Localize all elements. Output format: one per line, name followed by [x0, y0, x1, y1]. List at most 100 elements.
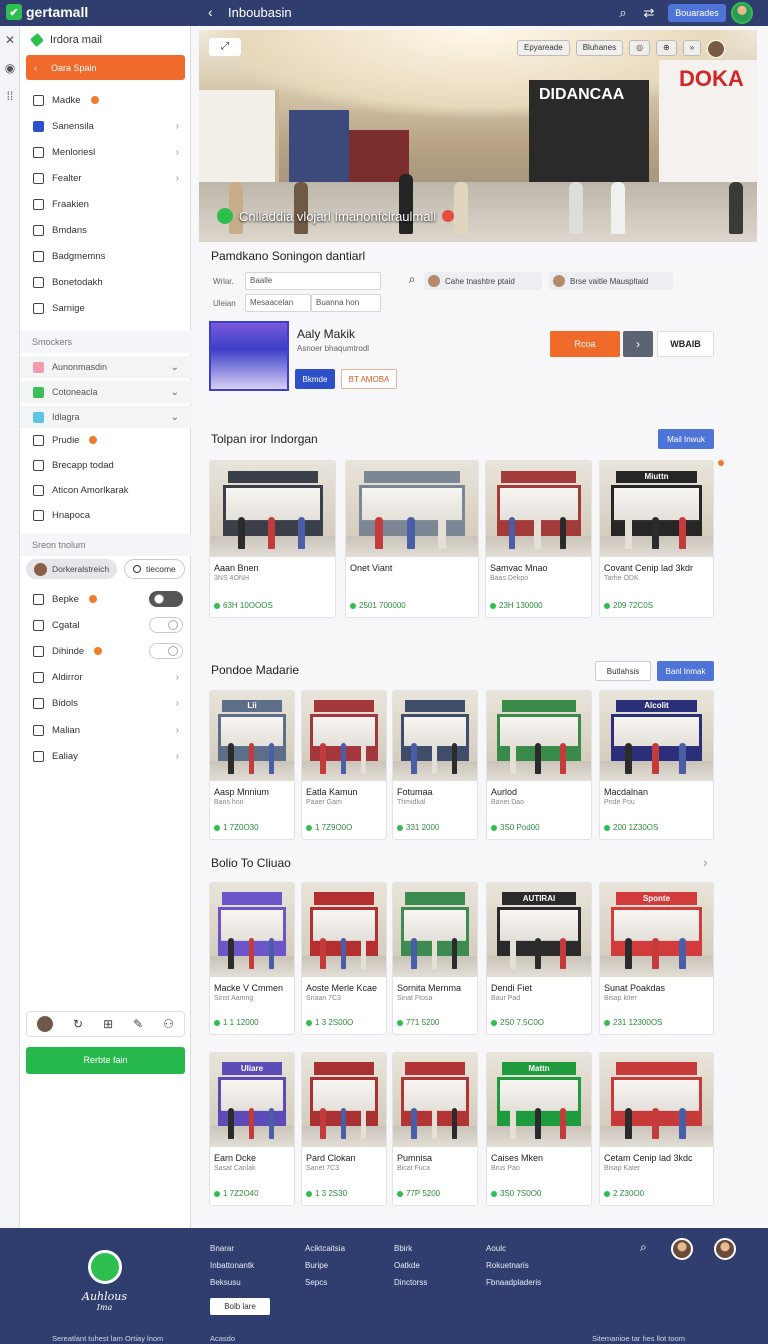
filter-chip[interactable]: Cahe tnashtre ptaid	[424, 272, 542, 290]
sidebar-item[interactable]: Bmdans	[20, 218, 191, 242]
product-card[interactable]: Aurlod Banet Dao 3S0 Pod00	[486, 690, 592, 840]
footer-link[interactable]: Sepcs	[305, 1278, 345, 1287]
product-card[interactable]: Sponte Sunat Poakdas Bisap kiter 231 12300O…	[599, 882, 714, 1035]
sidebar-item[interactable]: Fraakien	[20, 192, 191, 216]
footer-link[interactable]: Inbattonantk	[210, 1261, 254, 1270]
footer-link[interactable]: Aoulc	[486, 1244, 541, 1253]
product-card[interactable]: Miuttn Covant Cenip lad 3kdr Tarhe ODK 209 …	[599, 460, 714, 618]
product-card[interactable]: Uliare Earn Dcke Sasat Canlak 1 7Z2O40	[209, 1052, 295, 1206]
footer-link[interactable]: Beksusu	[210, 1278, 254, 1287]
chevron-right-icon[interactable]: ›	[703, 854, 708, 870]
sidebar-item[interactable]: Bonetodakh	[20, 270, 191, 294]
filter-chip[interactable]: Brse vaitle Mauspltaid	[549, 272, 673, 290]
sidebar-item[interactable]: Hnapoca	[20, 503, 191, 527]
sidebar-item[interactable]: Sarnige	[20, 296, 191, 320]
product-card[interactable]: Fotumaa Thmidkal 331 2000	[392, 690, 478, 840]
account-chip[interactable]: Dorkeralstreich	[26, 559, 118, 579]
sidebar-item[interactable]: Bidols ›	[20, 692, 191, 716]
zoom-icon[interactable]: ⊕	[656, 40, 677, 56]
footer-link[interactable]: Oatkde	[394, 1261, 427, 1270]
search-icon[interactable]: ⌕	[640, 1240, 647, 1255]
product-card[interactable]: Pard Clokan Sanet 7C3 1 3 2S30	[301, 1052, 387, 1206]
footer-link[interactable]: Aciktcaitsia	[305, 1244, 345, 1253]
hero-chip-1[interactable]: Epyareade	[517, 40, 570, 56]
avatar[interactable]	[707, 40, 726, 58]
product-card[interactable]: Pumnisa Bicat Fuca 77P 5200	[392, 1052, 478, 1206]
footer-link[interactable]: Fbnaadpladeris	[486, 1278, 541, 1287]
search-icon[interactable]: ⌕	[403, 272, 421, 290]
section-button-secondary[interactable]: Butlahsis	[595, 661, 651, 681]
product-card[interactable]: Cetam Cenip lad 3kdc Bisap Kater 2 Z30O0	[599, 1052, 714, 1206]
sidebar-cta-button[interactable]: Rerbte fain	[26, 1047, 185, 1074]
footer-button[interactable]: Bolb lare	[210, 1298, 270, 1315]
sidebar-header[interactable]: Irdora mail	[29, 32, 102, 48]
footer-link[interactable]: Rokuetnaris	[486, 1261, 541, 1270]
footer-logo[interactable]	[88, 1250, 122, 1284]
sidebar-item[interactable]: Prudie	[20, 428, 191, 452]
text-field[interactable]: Mesaacelan	[245, 294, 311, 312]
top-bar-button[interactable]: Bouarades	[668, 4, 726, 22]
avatar[interactable]	[714, 1238, 736, 1260]
sidebar-group[interactable]: Aunonmasdin ⌄	[20, 356, 191, 378]
sidebar-item[interactable]: Ealiay ›	[20, 745, 191, 769]
section-button[interactable]: Banl Inmak	[657, 661, 714, 681]
sidebar-group[interactable]: Cotoneacla ⌄	[20, 381, 191, 403]
sidebar-item[interactable]: Menloriesl ›	[20, 140, 191, 164]
product-card[interactable]: Lii Aasp Mnnium Bans hon 1 7Z0O30	[209, 690, 295, 840]
user-icon[interactable]: ⚇	[163, 1017, 174, 1031]
footer-link[interactable]: Buripe	[305, 1261, 345, 1270]
refresh-icon[interactable]: ↻	[73, 1017, 83, 1031]
product-card[interactable]: Aoste Merle Kcae Snaan 7C3 1 3 2S00O	[301, 882, 387, 1035]
toggle-switch[interactable]	[149, 591, 183, 607]
product-card[interactable]: Mattn Caises Mken Brus Pao 3S0 7S0O0	[486, 1052, 592, 1206]
sidebar-item[interactable]: Brecapp todad	[20, 453, 191, 477]
product-card[interactable]: Samvac Mnao Baas Dekpo 23H 130000	[485, 460, 592, 618]
sidebar-primary-button[interactable]: ‹ Oara Spain	[26, 55, 185, 80]
sidebar-group[interactable]: Idlagra ⌄	[20, 406, 191, 428]
welcome-chip[interactable]: tiecome	[124, 559, 185, 579]
search-icon[interactable]: ⌕	[614, 4, 632, 22]
shield-icon[interactable]: ◉	[2, 60, 18, 76]
close-icon[interactable]: ✕	[2, 32, 18, 48]
featured-button-secondary[interactable]: BT AMOBA	[341, 369, 397, 389]
product-card[interactable]: Eatla Kamun Paaer Gam 1 7Z9O0O	[301, 690, 387, 840]
app-logo[interactable]: ✔ gertamall	[6, 4, 88, 20]
more-icon[interactable]: »	[682, 40, 702, 56]
toggle-switch[interactable]	[149, 643, 183, 659]
share-icon[interactable]: ⇄	[640, 4, 658, 22]
sidebar-item[interactable]: Sanensila ›	[20, 114, 191, 138]
footer-link[interactable]: Bbirk	[394, 1244, 427, 1253]
product-card[interactable]: Onet Viant 2501 700000	[345, 460, 479, 618]
text-field[interactable]: Buanna hon	[311, 294, 381, 312]
sidebar-item[interactable]: Badgmemns	[20, 244, 191, 268]
product-card[interactable]: Aaan Bnen 3NS 4ONH 63H 10OOOS	[209, 460, 336, 618]
grid-icon[interactable]: ⊞	[103, 1017, 113, 1031]
sidebar-item[interactable]: Aticon Amorlkarak	[20, 478, 191, 502]
product-card[interactable]: Macke V Cmmen Sinst Aamng 1 1 12000	[209, 882, 295, 1035]
product-card[interactable]: Sornita Mernma Sinat Ftosa 771 5200	[392, 882, 478, 1035]
expand-icon[interactable]: ⤢	[209, 38, 241, 56]
back-arrow-icon[interactable]: ‹	[208, 4, 213, 20]
product-card[interactable]: AUTIRAI Dendi Fiet Baur Pad 2S0 7.5C0O	[486, 882, 592, 1035]
product-card[interactable]: Alcolit Macdalnan Pnde Pou 200 1Z30OS	[599, 690, 714, 840]
hero-chip-2[interactable]: Bluhanes	[575, 40, 624, 56]
user-avatar[interactable]	[731, 2, 753, 24]
avatar[interactable]	[671, 1238, 693, 1260]
brand-button[interactable]: WBAIB	[657, 331, 714, 357]
toggle-switch[interactable]	[149, 617, 183, 633]
featured-button-primary[interactable]: Bkmde	[295, 369, 335, 389]
footer-link[interactable]: Bnarar	[210, 1244, 254, 1253]
grid-dots-icon[interactable]: ⁞⁞	[2, 88, 18, 104]
camera-icon[interactable]: ◎	[629, 40, 651, 56]
text-field[interactable]: Baalle	[245, 272, 381, 290]
sidebar-item[interactable]: Malian ›	[20, 718, 191, 742]
section-button[interactable]: Mail Inwuk	[658, 429, 714, 449]
sidebar-item[interactable]: Madke	[20, 88, 191, 112]
footer-link[interactable]: Dinctorss	[394, 1278, 427, 1287]
featured-action-button[interactable]: Rcoa	[550, 331, 620, 357]
featured-thumbnail[interactable]	[209, 321, 289, 391]
sidebar-item[interactable]: Aldirror ›	[20, 665, 191, 689]
sidebar-item[interactable]: Fealter ›	[20, 166, 191, 190]
avatar[interactable]	[37, 1016, 53, 1032]
edit-icon[interactable]: ✎	[133, 1017, 143, 1031]
